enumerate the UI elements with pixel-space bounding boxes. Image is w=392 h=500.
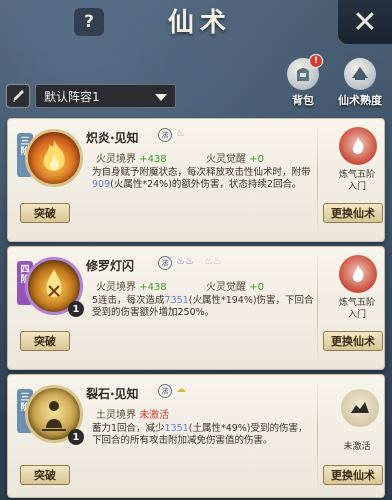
desc-text: 5连击，每次造成 xyxy=(92,295,165,306)
realm-stat: 土灵境界 未激活 xyxy=(96,406,169,421)
stage-label: 炼气五阶 入门 xyxy=(338,170,375,192)
replace-skill-button[interactable]: 更换仙术 xyxy=(323,331,383,351)
scroll-icon xyxy=(344,58,376,90)
beast-stage-icon xyxy=(341,389,379,427)
element-icon: ♨♨ xyxy=(176,256,194,267)
awaken-value: +0 xyxy=(249,154,264,165)
backpack-button[interactable]: ! 背包 xyxy=(279,54,327,112)
skill-card: 三阶 1 突破 裂石·见知 法 ☁ 土灵境界 未激活 蓄力1回合，减少1351(… xyxy=(7,374,385,498)
skill-description: 5连击，每次造成7351(火属性*194%)伤害，下回合受到的伤害额外增加250… xyxy=(92,295,314,319)
awaken-label: 火灵觉醒 xyxy=(206,282,246,293)
element-icon: ♨♨ xyxy=(204,256,222,267)
element-icon: ☁ xyxy=(176,384,186,395)
awaken-label: 火灵觉醒 xyxy=(206,154,246,165)
lineup-dropdown[interactable]: 默认阵容1 xyxy=(35,84,176,108)
realm-label: 土灵境界 xyxy=(96,410,136,421)
awaken-stat: 火灵觉醒 +0 xyxy=(206,278,264,293)
skill-name: 裂石·见知 xyxy=(86,387,139,401)
skill-card: 四阶 1 突破 修罗灯闪 法 ♨♨ ♨♨ 火灵境界 +438 火灵觉醒 +0 5… xyxy=(7,246,385,370)
backpack-label: 背包 xyxy=(292,94,314,107)
page-title: 仙术 xyxy=(167,8,232,38)
notification-badge: ! xyxy=(309,54,323,68)
realm-value: +438 xyxy=(139,282,167,293)
desc-number: 1351 xyxy=(164,423,189,434)
skill-description: 为自身赋予附魔状态，每次释放攻击性仙术时，附带909(火属性*24%)的额外伤害… xyxy=(92,167,314,191)
replace-skill-button[interactable]: 更换仙术 xyxy=(323,465,383,485)
breakthrough-button[interactable]: 突破 xyxy=(20,331,70,351)
proficiency-button[interactable]: 仙术熟度 xyxy=(336,58,384,112)
type-tag: 法 xyxy=(158,384,172,398)
replace-skill-button[interactable]: 更换仙术 xyxy=(323,203,383,223)
realm-value: +438 xyxy=(139,154,167,165)
help-button[interactable]: ? xyxy=(74,8,104,36)
skill-name: 炽炎·见知 xyxy=(86,131,139,145)
stage-label: 炼气五阶 入门 xyxy=(338,298,375,320)
desc-text: 蓄力1回合，减少 xyxy=(92,423,165,434)
realm-label: 火灵境界 xyxy=(96,282,136,293)
skill-description: 蓄力1回合，减少1351(土属性*49%)受到的伤害，下回合的所有攻击附加减免伤… xyxy=(92,423,314,447)
close-button[interactable]: ✕ xyxy=(338,0,392,44)
realm-label: 火灵境界 xyxy=(96,154,136,165)
skill-card: 三阶 突破 炽炎·见知 法 ♨ 火灵境界 +438 火灵觉醒 +0 为自身赋予附… xyxy=(7,118,385,242)
element-icon: ♨ xyxy=(176,128,185,139)
count-badge: 1 xyxy=(68,429,84,445)
awaken-value: +0 xyxy=(249,282,264,293)
desc-text: 为自身赋予附魔状态，每次释放攻击性仙术时，附带 xyxy=(92,167,311,178)
desc-number: 909 xyxy=(92,179,111,190)
rename-button[interactable] xyxy=(6,84,30,108)
lineup-selected: 默认阵容1 xyxy=(44,89,100,104)
awaken-stat: 火灵觉醒 +0 xyxy=(206,150,264,165)
realm-value: 未激活 xyxy=(139,410,170,421)
stage-label: 未激活 xyxy=(343,442,371,452)
desc-text: (火属性*24%)的额外伤害，状态持续2回合。 xyxy=(110,179,302,190)
count-badge: 1 xyxy=(68,301,84,317)
proficiency-label: 仙术熟度 xyxy=(338,94,382,107)
fire-skill-icon xyxy=(25,129,83,187)
type-tag: 法 xyxy=(158,128,172,142)
type-tag: 法 xyxy=(158,256,172,270)
skill-name: 修罗灯闪 xyxy=(86,259,135,273)
header: ? 仙术 ✕ xyxy=(0,0,392,46)
flame-stage-icon xyxy=(339,127,377,165)
flame-stage-icon xyxy=(339,255,377,293)
desc-number: 7351 xyxy=(164,295,189,306)
realm-stat: 火灵境界 +438 xyxy=(96,278,167,293)
breakthrough-button[interactable]: 突破 xyxy=(20,465,70,485)
chevron-down-icon xyxy=(155,94,167,101)
realm-stat: 火灵境界 +438 xyxy=(96,150,167,165)
brush-icon xyxy=(13,90,24,102)
breakthrough-button[interactable]: 突破 xyxy=(20,203,70,223)
